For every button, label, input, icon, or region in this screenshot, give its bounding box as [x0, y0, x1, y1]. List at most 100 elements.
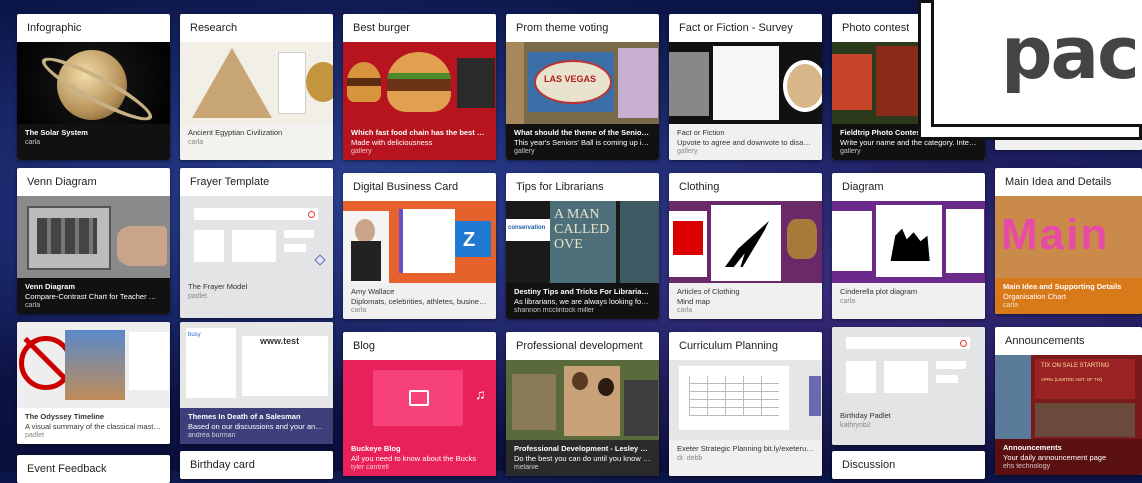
card-professional-development[interactable]: Professional development Professional De…: [506, 332, 659, 476]
card-title: Infographic: [27, 22, 82, 34]
card-author: carla: [1003, 302, 1019, 309]
card-blog[interactable]: Blog ♫ Buckeye Blog All you need to know…: [343, 332, 496, 476]
card-caption-desc: Mind map: [677, 296, 710, 306]
card-diagram[interactable]: Diagram Cinderella plot diagram carla: [832, 173, 985, 319]
card-caption-desc: Made with deliciousness: [351, 137, 433, 147]
card-caption-desc: Organisation Chart: [1003, 291, 1066, 301]
card-frayer-template[interactable]: Frayer Template The Frayer Model padlet: [180, 168, 333, 318]
card-author: carla: [188, 138, 204, 146]
padlet-preview: [180, 196, 333, 278]
card-caption-title: Themes In Death of a Salesman: [188, 412, 301, 421]
card-prom-theme[interactable]: Prom theme voting LAS VEGAS What should …: [506, 14, 659, 160]
survey-preview: [669, 42, 822, 124]
card-title: Main Idea and Details: [1005, 176, 1112, 188]
thumb-conservation-text: conservation: [508, 225, 546, 231]
card-title: Prom theme voting: [516, 22, 609, 34]
card-title: Frayer Template: [190, 176, 270, 188]
card-author: carla: [677, 307, 693, 314]
card-author: ehs technology: [1003, 463, 1051, 470]
card-best-burger[interactable]: Best burger Which fast food chain has th…: [343, 14, 496, 160]
card-research[interactable]: Research Ancient Egyptian Civilization c…: [180, 14, 333, 160]
logo-text: pac: [1001, 11, 1140, 95]
thumb-url-text: www.test: [260, 336, 300, 346]
card-caption-desc: Based on our discussions and your analy.…: [188, 421, 325, 431]
card-title: Discussion: [842, 459, 896, 471]
card-caption-desc: A visual summary of the classical maste.…: [25, 421, 162, 431]
card-digital-business-card[interactable]: Digital Business Card Z Amy Wallace Dipl…: [343, 173, 496, 319]
card-caption-title: Which fast food chain has the best burg.…: [351, 128, 488, 137]
thumb-main-text: Main: [1001, 210, 1110, 259]
card-author: andrea burman: [188, 432, 236, 439]
website-screenshot: www.test busy: [180, 322, 333, 408]
clothing-image: [669, 201, 822, 283]
card-caption-title: Amy Wallace: [351, 287, 395, 296]
vegas-image: LAS VEGAS: [506, 42, 659, 124]
thumb-book-title: A MAN CALLED OVE: [554, 207, 610, 252]
card-infographic[interactable]: Infographic The Solar System carla: [17, 14, 170, 160]
card-caption-desc: Compare-Contrast Chart for Teacher Mo...: [25, 291, 162, 301]
blog-preview: ♫: [343, 360, 496, 440]
card-caption-title: Venn Diagram: [25, 282, 76, 291]
card-title: Event Feedback: [27, 463, 107, 475]
card-author: gallery: [514, 148, 535, 155]
card-title: Digital Business Card: [353, 181, 459, 193]
card-title: Birthday card: [190, 459, 255, 471]
atm-image: [17, 196, 170, 278]
card-author: carla: [25, 302, 41, 309]
card-birthday-padlet[interactable]: Birthday Padlet kathrynb2: [832, 327, 985, 445]
cinderella-diagram: [832, 201, 985, 283]
card-author: carla: [840, 297, 856, 305]
trojan-horse-image: [17, 322, 170, 408]
card-title: Diagram: [842, 181, 884, 193]
card-title: Venn Diagram: [27, 176, 97, 188]
card-caption-title: Cinderella plot diagram: [840, 287, 918, 296]
card-caption-title: The Frayer Model: [188, 282, 248, 291]
planning-doc-preview: [669, 360, 822, 440]
card-caption-title: Professional Development - Lesley Univ..…: [514, 444, 651, 453]
card-caption-desc: This year's Seniors' Ball is coming up i…: [514, 137, 651, 147]
card-tips-librarians[interactable]: Tips for Librarians conservation A MAN C…: [506, 173, 659, 319]
card-caption-title: Destiny Tips and Tricks For Librarians!: [514, 287, 651, 296]
card-caption-title: Buckeye Blog: [351, 444, 401, 453]
card-caption-desc: Do the best you can do until you know be…: [514, 453, 651, 463]
card-announcements[interactable]: Announcements TIX ON SALE STARTING APRIL…: [995, 327, 1142, 475]
business-card-preview: Z: [343, 201, 496, 283]
card-caption-title: What should the theme of the Seniors' B.…: [514, 128, 651, 137]
card-venn-diagram[interactable]: Venn Diagram Venn Diagram Compare-Contra…: [17, 168, 170, 314]
card-caption-desc: All you need to know about the Bucks: [351, 453, 477, 463]
card-death-of-salesman[interactable]: www.test busy Themes In Death of a Sales…: [180, 322, 333, 444]
card-main-idea[interactable]: Main Idea and Details Main Main Idea and…: [995, 168, 1142, 314]
card-event-feedback[interactable]: Event Feedback: [17, 455, 170, 483]
burger-image: [343, 42, 496, 124]
card-discussion[interactable]: Discussion: [832, 451, 985, 479]
card-caption-desc: As librarians, we are always looking for…: [514, 296, 651, 306]
card-birthday-card[interactable]: Birthday card: [180, 451, 333, 479]
card-fact-or-fiction[interactable]: Fact or Fiction - Survey Fact or Fiction…: [669, 14, 822, 160]
card-odyssey-timeline[interactable]: The Odyssey Timeline A visual summary of…: [17, 322, 170, 444]
card-title: Fact or Fiction - Survey: [679, 22, 793, 34]
card-title: Best burger: [353, 22, 410, 34]
card-caption-desc: Your daily announcement page: [1003, 452, 1107, 462]
card-caption-title: Main Idea and Supporting Details: [1003, 282, 1122, 291]
card-curriculum-planning[interactable]: Curriculum Planning Exeter Strategic Pla…: [669, 332, 822, 476]
card-author: padlet: [25, 432, 45, 439]
saturn-image: [17, 42, 170, 124]
thumb-ticket-text: TIX ON SALE STARTING: [1041, 363, 1110, 369]
card-clothing[interactable]: Clothing Articles of Clothing Mind map c…: [669, 173, 822, 319]
card-author: carla: [351, 307, 367, 314]
main-idea-image: Main: [995, 196, 1142, 278]
card-author: gallery: [840, 148, 861, 155]
card-caption-title: The Solar System: [25, 128, 88, 137]
card-author: kathrynb2: [840, 421, 871, 429]
card-caption-desc: Upvote to agree and downvote to disagree: [677, 137, 814, 147]
padlet-logo: pac: [918, 0, 1142, 140]
card-title: Announcements: [1005, 335, 1085, 347]
card-title: Blog: [353, 340, 376, 352]
card-author: dr. debb: [677, 454, 703, 462]
card-caption-title: Announcements: [1003, 443, 1062, 452]
pyramid-image: [180, 42, 333, 124]
card-author: tyler cantrell: [351, 464, 389, 471]
card-title: Professional development: [516, 340, 643, 352]
card-author: carla: [25, 138, 41, 146]
card-caption-title: Ancient Egyptian Civilization: [188, 128, 283, 137]
